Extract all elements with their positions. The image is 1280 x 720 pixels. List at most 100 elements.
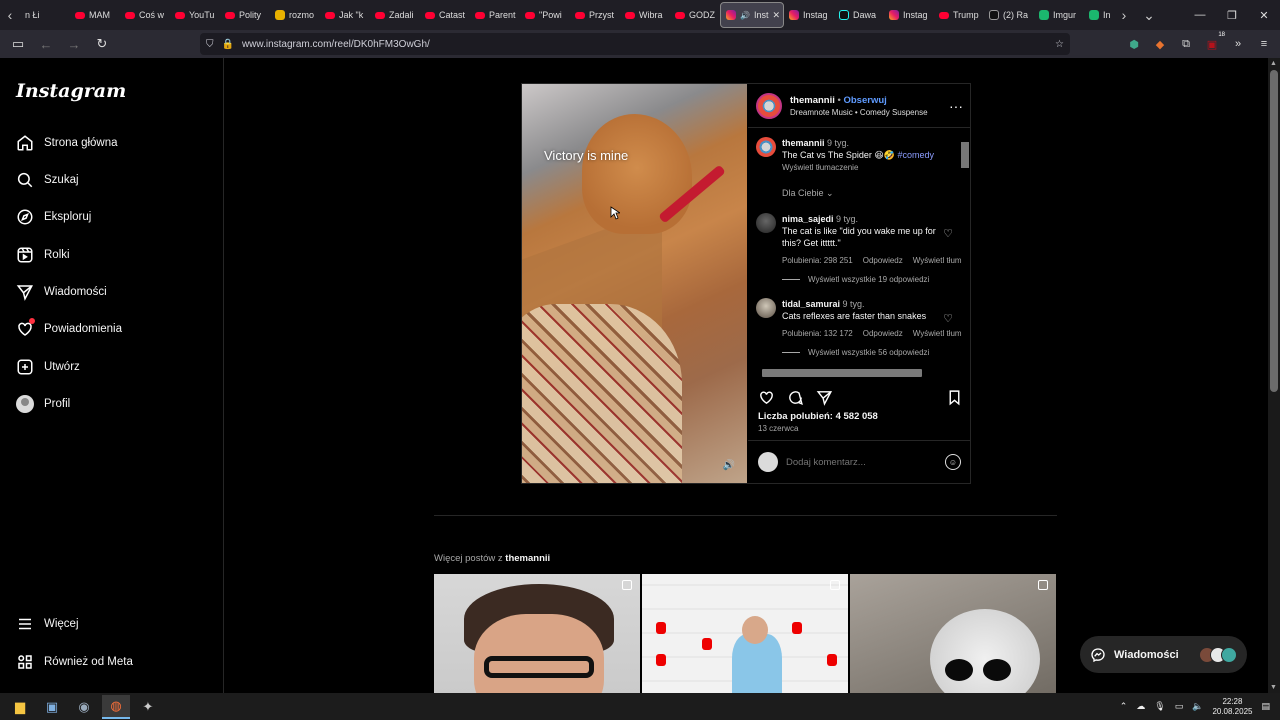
browser-tab[interactable]: Trump xyxy=(934,2,984,28)
sidebar-item-messages[interactable]: Wiadomości xyxy=(16,278,206,306)
scroll-up-icon[interactable]: ▲ xyxy=(1270,60,1277,67)
like-count[interactable]: Liczba polubień: 4 582 058 xyxy=(758,411,878,422)
browser-tab[interactable]: n Łi xyxy=(20,2,70,28)
scroll-down-icon[interactable]: ▼ xyxy=(1270,684,1277,691)
comment-likes[interactable]: Polubienia: 298 251 xyxy=(782,255,853,267)
forward-icon[interactable]: → xyxy=(62,32,86,56)
emoji-icon[interactable]: ☺ xyxy=(945,454,961,470)
reply-button[interactable]: Odpowiedz xyxy=(863,255,903,267)
author-avatar[interactable] xyxy=(756,92,782,119)
tab-audio-icon[interactable]: 🔊 xyxy=(740,11,750,20)
volume-icon[interactable]: 🔊 xyxy=(721,457,737,473)
show-replies-button[interactable]: Wyświetl wszystkie 56 odpowiedzi xyxy=(782,348,963,357)
caption-user[interactable]: themannii xyxy=(782,138,825,148)
share-send-icon[interactable] xyxy=(816,389,833,406)
sidebar-item-notifications[interactable]: Powiadomienia xyxy=(16,315,206,343)
comment-avatar[interactable] xyxy=(756,213,776,233)
grid-post[interactable] xyxy=(850,574,1056,693)
steam-icon[interactable]: ◉ xyxy=(70,695,98,719)
follow-button[interactable]: Obserwuj xyxy=(843,95,886,106)
instagram-logo[interactable]: Instagram xyxy=(16,80,126,102)
comment-input[interactable] xyxy=(786,456,937,468)
comment-avatar[interactable] xyxy=(756,298,776,318)
reload-icon[interactable]: ↻ xyxy=(90,32,114,56)
browser-tab[interactable]: In xyxy=(1084,2,1114,28)
comments-horizontal-scrollbar[interactable] xyxy=(756,367,961,377)
ublock-icon[interactable]: ▣ 18 xyxy=(1202,32,1225,54)
comment-like-heart-icon[interactable]: ♡ xyxy=(943,227,953,240)
bookmark-star-icon[interactable]: ☆ xyxy=(1055,39,1064,50)
sidebar-item-also-from-meta[interactable]: Również od Meta xyxy=(16,648,206,676)
grid-post[interactable] xyxy=(642,574,848,693)
network-icon[interactable]: ▭ xyxy=(1175,701,1184,712)
firefox-icon[interactable]: ◍ xyxy=(102,694,130,719)
app-icon[interactable]: ✦ xyxy=(134,695,162,719)
browser-tab[interactable]: GODZ xyxy=(670,2,720,28)
comment-likes[interactable]: Polubienia: 132 172 xyxy=(782,328,853,340)
tabs-scroll-left-icon[interactable]: ‹ xyxy=(0,0,20,30)
browser-tab[interactable]: Przyst xyxy=(570,2,620,28)
audio-info[interactable]: Dreamnote Music • Comedy Suspense xyxy=(790,108,941,117)
url-bar[interactable]: ⛉ 🔒 www.instagram.com/reel/DK0hFM3OwGh/ … xyxy=(200,33,1070,55)
vpn-shield-icon[interactable]: ⬢ xyxy=(1124,34,1144,54)
overflow-chevron-icon[interactable]: » xyxy=(1228,34,1248,54)
translate-button[interactable]: Wyświetl tłum xyxy=(913,255,962,267)
comment-user[interactable]: nima_sajedi xyxy=(782,214,834,224)
microphone-icon[interactable]: 🎙 xyxy=(1154,701,1165,712)
back-icon[interactable]: ← xyxy=(34,32,58,56)
like-heart-icon[interactable] xyxy=(758,389,775,406)
caption-avatar[interactable] xyxy=(756,137,776,157)
browser-tab[interactable]: Polity xyxy=(220,2,270,28)
monitor-app-icon[interactable]: ▣ xyxy=(38,695,66,719)
sidebar-item-explore[interactable]: Eksploruj xyxy=(16,203,206,231)
grid-post[interactable] xyxy=(434,574,640,693)
sidebar-item-create[interactable]: Utwórz xyxy=(16,353,206,381)
fox-extension-icon[interactable]: ◆ xyxy=(1150,34,1170,54)
restore-icon[interactable]: ❐ xyxy=(1216,0,1248,30)
browser-tab[interactable]: Dawa xyxy=(834,2,884,28)
caption-hashtag[interactable]: #comedy xyxy=(897,150,934,160)
url-text[interactable]: www.instagram.com/reel/DK0hFM3OwGh/ xyxy=(242,39,1047,50)
browser-tab[interactable]: Instag xyxy=(784,2,834,28)
more-posts-user[interactable]: themannii xyxy=(505,553,550,564)
reel-video[interactable]: Victory is mine 🔊 xyxy=(522,84,747,483)
lock-icon[interactable]: 🔒 xyxy=(222,39,234,50)
notification-center-icon[interactable]: ▤ xyxy=(1261,701,1270,712)
browser-tab[interactable]: MAM xyxy=(70,2,120,28)
browser-tab[interactable]: Instag xyxy=(884,2,934,28)
sidebar-item-reels[interactable]: Rolki xyxy=(16,241,206,269)
clock[interactable]: 22:28 20.08.2025 xyxy=(1212,697,1252,717)
for-you-filter[interactable]: Dla Ciebie ⌄ xyxy=(782,188,963,199)
comment-user[interactable]: tidal_samurai xyxy=(782,299,840,309)
browser-tab[interactable]: 🔊 Inst ✕ xyxy=(720,2,784,28)
browser-tab[interactable]: Coś w xyxy=(120,2,170,28)
browser-tab[interactable]: Wibra xyxy=(620,2,670,28)
browser-tab[interactable]: YouTu xyxy=(170,2,220,28)
caption-translate[interactable]: Wyświetl tłumaczenie xyxy=(782,163,858,172)
sidebar-item-more[interactable]: Więcej xyxy=(16,610,206,638)
tabs-scroll-right-icon[interactable]: › xyxy=(1114,0,1134,30)
tab-close-icon[interactable]: ✕ xyxy=(772,10,780,21)
show-replies-button[interactable]: Wyświetl wszystkie 19 odpowiedzi xyxy=(782,275,963,284)
save-bookmark-icon[interactable] xyxy=(946,389,963,406)
browser-tab[interactable]: Jak "k xyxy=(320,2,370,28)
tray-chevron-icon[interactable]: ⌃ xyxy=(1120,701,1128,712)
tabs-list-all-icon[interactable]: ⌄ xyxy=(1134,0,1164,30)
scroll-thumb[interactable] xyxy=(961,142,969,168)
sidebar-toggle-icon[interactable]: ▭ xyxy=(6,32,30,56)
sidebar-item-home[interactable]: Strona główna xyxy=(16,129,206,157)
speaker-icon[interactable]: 🔈 xyxy=(1192,701,1203,712)
browser-tab[interactable]: Imgur xyxy=(1034,2,1084,28)
author-name[interactable]: themannii xyxy=(790,95,835,106)
comments-vertical-scrollbar[interactable] xyxy=(960,134,969,364)
close-window-icon[interactable]: ✕ xyxy=(1248,0,1280,30)
translate-button[interactable]: Wyświetl tłum xyxy=(913,328,962,340)
shield-icon[interactable]: ⛉ xyxy=(206,39,214,50)
extensions-puzzle-icon[interactable]: ⧉ xyxy=(1176,34,1196,54)
menu-hamburger-icon[interactable]: ≡ xyxy=(1254,34,1274,54)
browser-tab[interactable]: Zadali xyxy=(370,2,420,28)
sidebar-item-profile[interactable]: Profil xyxy=(16,390,206,418)
browser-tab[interactable]: Parent xyxy=(470,2,520,28)
comment-bubble-icon[interactable] xyxy=(787,389,804,406)
scroll-thumb[interactable] xyxy=(1270,70,1278,392)
